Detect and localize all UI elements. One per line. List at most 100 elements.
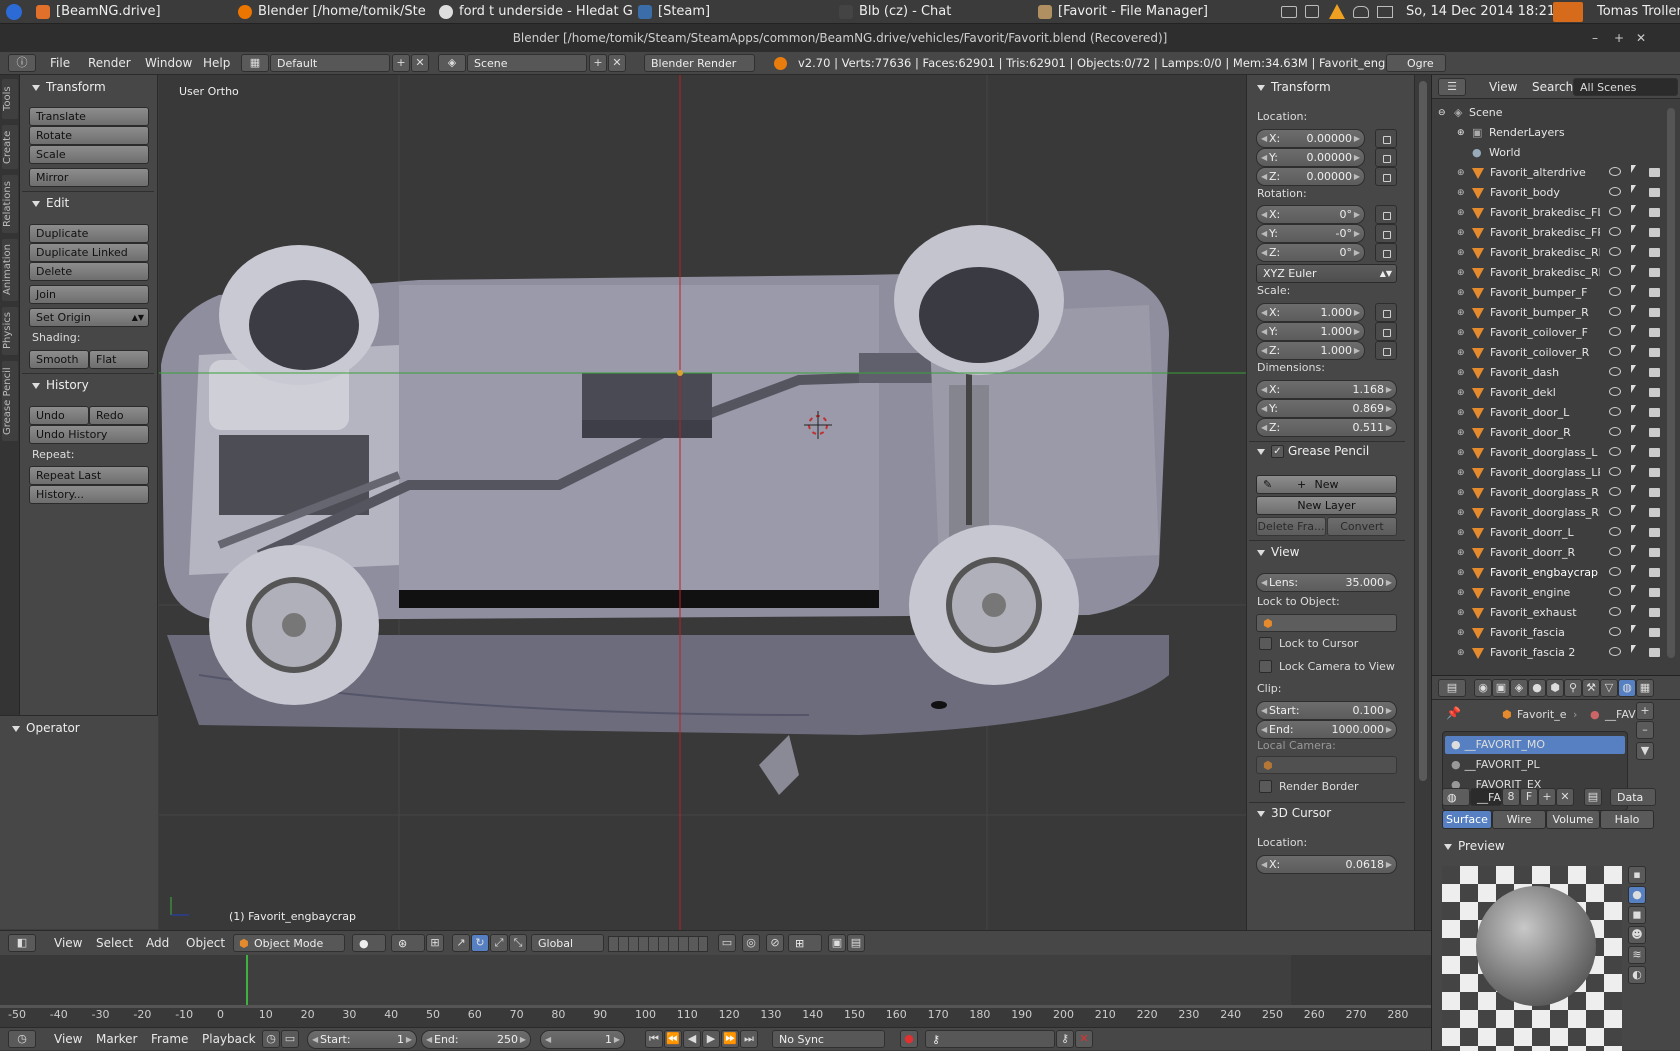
rotate-manipulator-icon[interactable]: ↻: [471, 934, 489, 952]
user-name[interactable]: Tomas Troller: [1597, 0, 1680, 24]
outliner-object-row[interactable]: ⊕ Favorit_doorr_L: [1432, 523, 1662, 543]
renderable-camera-icon[interactable]: [1649, 368, 1660, 377]
expand-icon[interactable]: ⊕: [1457, 263, 1465, 283]
clip-start-field[interactable]: ◀ Start: 0.100 ▶: [1256, 701, 1397, 720]
selectable-cursor-icon[interactable]: [1631, 165, 1636, 173]
outliner-renderlayers[interactable]: ⊕ ▣ RenderLayers: [1432, 123, 1662, 143]
visibility-eye-icon[interactable]: [1609, 427, 1621, 436]
outliner-object-row[interactable]: ⊕ Favorit_doorglass_RR: [1432, 503, 1662, 523]
keying-set-field[interactable]: ⚷: [925, 1030, 1055, 1048]
selectable-cursor-icon[interactable]: [1631, 245, 1636, 253]
task-blender[interactable]: Blender [/home/tomik/Ste...: [236, 0, 426, 24]
tab-physics[interactable]: Physics: [2, 307, 18, 355]
duplicate-button[interactable]: Duplicate: [29, 224, 149, 243]
3d-viewport[interactable]: User Ortho (1) Favorit_engbaycrap: [159, 75, 1246, 930]
render-view-icon[interactable]: ▣: [828, 934, 846, 952]
lock-range-icon[interactable]: ▭: [281, 1030, 299, 1048]
preview-hair-icon[interactable]: ≋: [1628, 946, 1646, 964]
pin-icon[interactable]: 📌: [1446, 706, 1461, 720]
properties-editor-icon[interactable]: ▤: [1438, 679, 1466, 697]
history-panel-header[interactable]: History: [32, 378, 89, 392]
selectable-cursor-icon[interactable]: [1631, 285, 1636, 293]
task-steam[interactable]: [Steam]: [636, 0, 776, 24]
renderable-camera-icon[interactable]: [1649, 328, 1660, 337]
outliner-object-row[interactable]: ⊕ Favorit_dekl: [1432, 383, 1662, 403]
keyboard-icon[interactable]: [1281, 6, 1297, 18]
timeline-editor-icon[interactable]: ◷: [8, 1030, 36, 1048]
selectable-cursor-icon[interactable]: [1631, 585, 1636, 593]
tab-animation[interactable]: Animation: [2, 239, 18, 301]
renderable-camera-icon[interactable]: [1649, 448, 1660, 457]
proportional-edit-icon[interactable]: ◎: [742, 934, 760, 952]
record-icon[interactable]: ●: [900, 1030, 918, 1048]
cursor-x-field[interactable]: ◀ X: 0.0618 ▶: [1256, 855, 1397, 874]
outliner-object-row[interactable]: ⊕ Favorit_door_R: [1432, 423, 1662, 443]
clock[interactable]: So, 14 Dec 2014 18:21: [1406, 0, 1555, 24]
selectable-cursor-icon[interactable]: [1631, 185, 1636, 193]
expand-icon[interactable]: ⊕: [1457, 423, 1465, 443]
outliner-object-row[interactable]: ⊕ Favorit_brakedisc_FL: [1432, 203, 1662, 223]
renderable-camera-icon[interactable]: [1649, 268, 1660, 277]
outliner-object-row[interactable]: ⊕ Favorit_alterdrive: [1432, 163, 1662, 183]
expand-icon[interactable]: ⊕: [1457, 503, 1465, 523]
renderable-camera-icon[interactable]: [1649, 348, 1660, 357]
rotation-x-field[interactable]: ◀ X: 0° ▶: [1256, 205, 1365, 224]
snap-icon[interactable]: ⊘: [766, 934, 784, 952]
editor-type-icon[interactable]: ⓘ: [8, 54, 36, 72]
translate-manipulator-icon[interactable]: ↗: [452, 934, 470, 952]
renderable-camera-icon[interactable]: [1649, 248, 1660, 257]
lock-location-z-icon[interactable]: [1375, 167, 1397, 186]
scale-button[interactable]: Scale: [29, 145, 149, 164]
scale-manipulator-icon[interactable]: ⤡: [509, 934, 527, 952]
timeline-menu-playback[interactable]: Playback: [202, 1028, 256, 1051]
preview-monkey-icon[interactable]: ☻: [1628, 926, 1646, 944]
scale-z-field[interactable]: ◀ Z: 1.000 ▶: [1256, 341, 1365, 360]
outliner-object-row[interactable]: ⊕ Favorit_body: [1432, 183, 1662, 203]
jump-end-icon[interactable]: ⏭: [740, 1030, 758, 1048]
convert-button[interactable]: Convert: [1327, 517, 1397, 536]
menu-view[interactable]: View: [54, 932, 82, 955]
visibility-eye-icon[interactable]: [1609, 287, 1621, 296]
rotation-y-field[interactable]: ◀ Y: -0° ▶: [1256, 224, 1365, 243]
renderable-camera-icon[interactable]: [1649, 168, 1660, 177]
selectable-cursor-icon[interactable]: [1631, 525, 1636, 533]
expand-icon[interactable]: ⊕: [1457, 623, 1465, 643]
grease-pencil-checkbox[interactable]: ✓: [1271, 445, 1284, 458]
jump-keyframe-forward-icon[interactable]: ⏩: [721, 1030, 739, 1048]
visibility-eye-icon[interactable]: [1609, 527, 1621, 536]
renderable-camera-icon[interactable]: [1649, 408, 1660, 417]
visibility-eye-icon[interactable]: [1609, 267, 1621, 276]
renderable-camera-icon[interactable]: [1649, 228, 1660, 237]
expand-icon[interactable]: ⊕: [1457, 183, 1465, 203]
outliner-object-row[interactable]: ⊕ Favorit_door_L: [1432, 403, 1662, 423]
task-chat[interactable]: Blb (cz) - Chat: [837, 0, 997, 24]
screen-layout-icon[interactable]: ▦: [241, 54, 269, 72]
renderable-camera-icon[interactable]: [1649, 528, 1660, 537]
new-material-icon[interactable]: +: [1538, 788, 1556, 806]
jump-start-icon[interactable]: ⏮: [645, 1030, 663, 1048]
link-select[interactable]: Data: [1610, 788, 1656, 806]
selectable-cursor-icon[interactable]: [1631, 545, 1636, 553]
selectable-cursor-icon[interactable]: [1631, 265, 1636, 273]
outliner-filter-select[interactable]: All Scenes: [1573, 78, 1678, 96]
shading-select[interactable]: ●: [352, 934, 386, 952]
outliner-object-row[interactable]: ⊕ Favorit_dash: [1432, 363, 1662, 383]
expand-icon[interactable]: ⊕: [1457, 343, 1465, 363]
sync-select[interactable]: No Sync: [772, 1030, 885, 1048]
preview-cube-icon[interactable]: ◼: [1628, 906, 1646, 924]
outliner-menu-search[interactable]: Search: [1532, 76, 1573, 99]
dimension-z-field[interactable]: ◀ Z: 0.511 ▶: [1256, 418, 1397, 437]
visibility-eye-icon[interactable]: [1609, 447, 1621, 456]
selectable-cursor-icon[interactable]: [1631, 385, 1636, 393]
constraints-tab-icon[interactable]: ⚲: [1564, 679, 1582, 697]
repeat-last-button[interactable]: Repeat Last: [29, 466, 149, 485]
visibility-eye-icon[interactable]: [1609, 247, 1621, 256]
edit-panel-header[interactable]: Edit: [32, 196, 69, 210]
visibility-eye-icon[interactable]: [1609, 547, 1621, 556]
preview-sky-icon[interactable]: ◐: [1628, 966, 1646, 984]
scale-x-field[interactable]: ◀ X: 1.000 ▶: [1256, 303, 1365, 322]
outliner-object-row[interactable]: ⊕ Favorit_exhaust: [1432, 603, 1662, 623]
visibility-eye-icon[interactable]: [1609, 227, 1621, 236]
delete-frame-button[interactable]: Delete Fra...: [1256, 517, 1326, 536]
outliner-editor-icon[interactable]: ☰: [1438, 78, 1466, 96]
